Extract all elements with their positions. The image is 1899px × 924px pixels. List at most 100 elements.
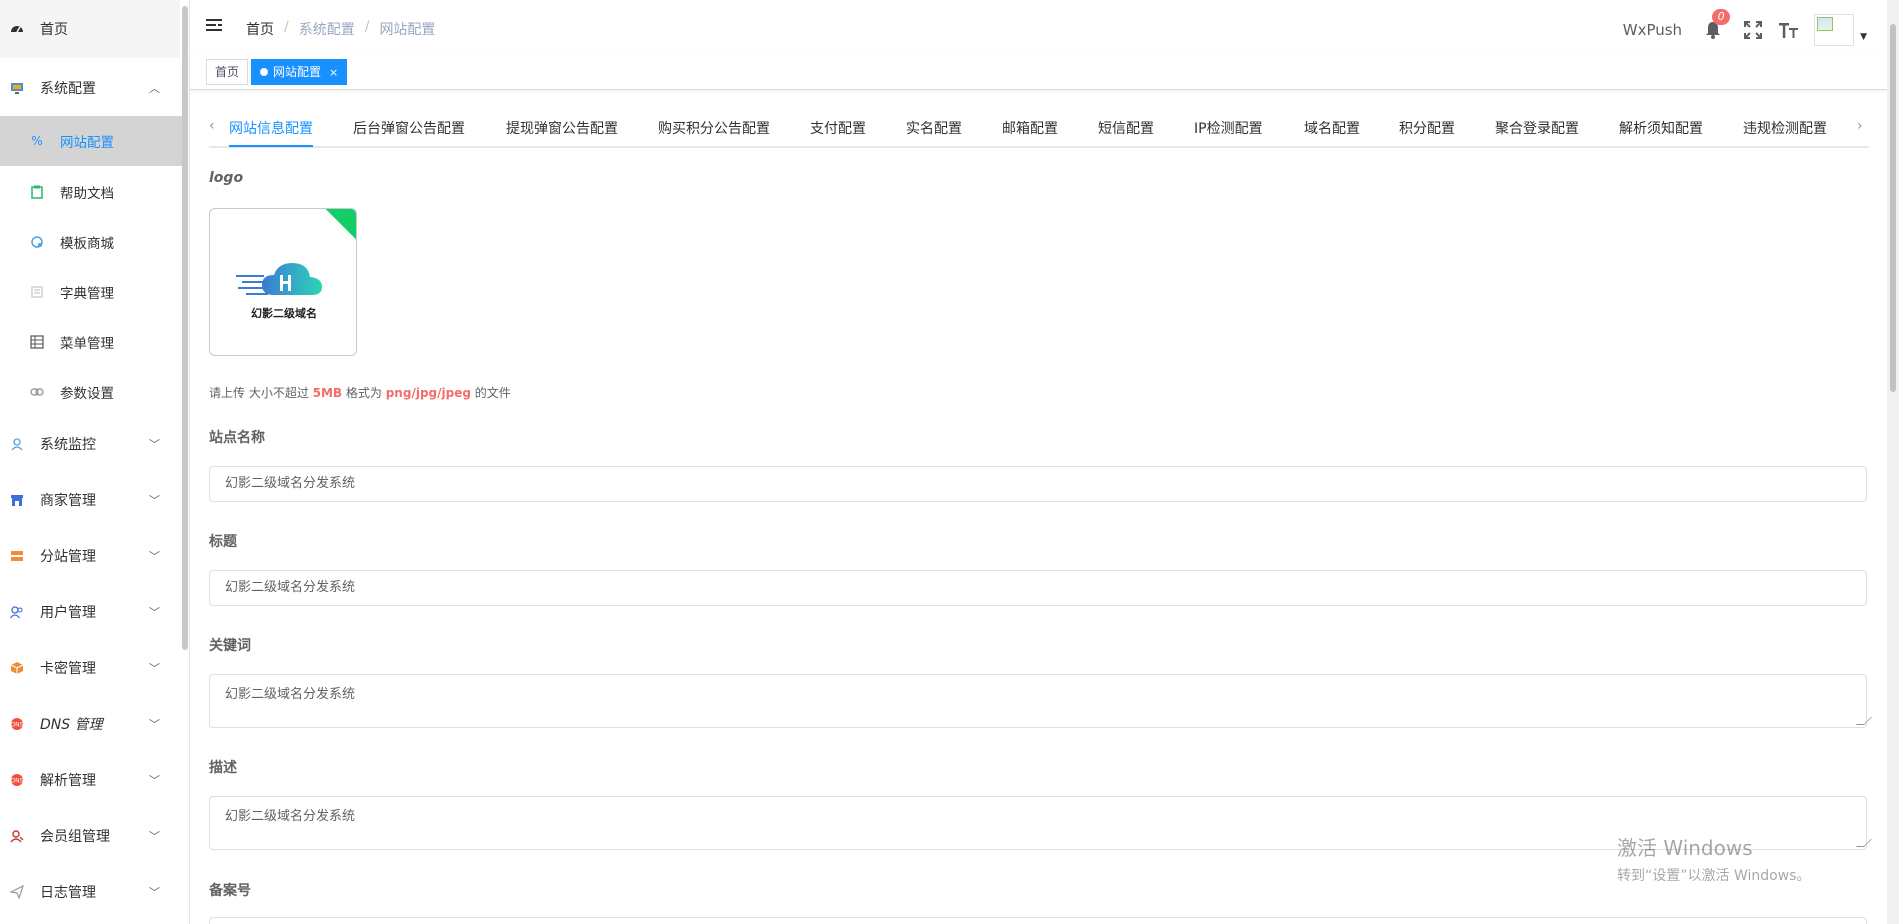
hint-text: 格式为 — [342, 386, 386, 400]
sidebar-item-label: 参数设置 — [60, 386, 114, 402]
sidebar-item-home[interactable]: 首页 — [0, 0, 180, 58]
sidebar-item-label: 菜单管理 — [60, 336, 114, 352]
wxpush-link[interactable]: WxPush — [1623, 21, 1682, 39]
tab-admin-popup-notice[interactable]: 后台弹窗公告配置 — [353, 118, 465, 138]
tab-buy-points-notice[interactable]: 购买积分公告配置 — [658, 118, 770, 138]
dashboard-icon — [9, 21, 25, 37]
sidebar-scrollbar[interactable] — [182, 6, 188, 650]
breadcrumb-separator: / — [284, 19, 289, 35]
sidebar-item-substation[interactable]: 分站管理 ﹀ — [0, 538, 180, 574]
title-label: 标题 — [209, 534, 237, 550]
logo-uploader[interactable]: 幻影二级域名 ✓ — [209, 208, 357, 356]
link-icon — [29, 384, 45, 400]
font-size-icon[interactable] — [1778, 19, 1800, 41]
tab-payment[interactable]: 支付配置 — [810, 118, 866, 138]
sidebar-item-merchant[interactable]: 商家管理 ﹀ — [0, 482, 180, 518]
breadcrumb-item-home[interactable]: 首页 — [246, 19, 274, 39]
icp-label: 备案号 — [209, 883, 251, 899]
tab-resolve-notice[interactable]: 解析须知配置 — [1619, 118, 1703, 138]
navbar: 首页 / 系统配置 / 网站配置 WxPush 0 ▼ — [190, 0, 1887, 56]
title-input[interactable]: 幻影二级域名分发系统 — [209, 570, 1867, 606]
chevron-down-icon: ﹀ — [149, 438, 160, 451]
tab-realname[interactable]: 实名配置 — [906, 118, 962, 138]
sidebar-item-system-config[interactable]: 系统配置 ︿ — [0, 70, 180, 106]
hint-size: 5MB — [312, 386, 343, 400]
sidebar-item-label: 用户管理 — [40, 605, 96, 621]
sidebar-item-label: 分站管理 — [40, 549, 96, 565]
page-scrollbar-thumb[interactable] — [1890, 24, 1896, 392]
header-right-menu: WxPush 0 ▼ — [1623, 9, 1867, 46]
caret-down-icon[interactable]: ▼ — [1860, 32, 1867, 42]
active-dot-icon — [260, 68, 268, 76]
table-icon — [29, 334, 45, 350]
tab-domain[interactable]: 域名配置 — [1304, 118, 1360, 138]
fullscreen-icon[interactable] — [1742, 19, 1764, 41]
avatar[interactable] — [1814, 14, 1855, 46]
tab-violation-check[interactable]: 违规检测配置 — [1743, 118, 1827, 138]
tab-withdraw-popup-notice[interactable]: 提现弹窗公告配置 — [506, 118, 618, 138]
upload-hint: 请上传 大小不超过 5MB 格式为 png/jpg/jpeg 的文件 — [209, 384, 511, 401]
tag-home[interactable]: 首页 — [206, 59, 249, 85]
sidebar-item-help-docs[interactable]: 帮助文档 — [0, 172, 188, 212]
sidebar-item-dictionary[interactable]: 字典管理 — [0, 272, 188, 312]
tabs-next-icon[interactable]: › — [1857, 118, 1863, 134]
sidebar-item-params[interactable]: 参数设置 — [0, 372, 188, 412]
member-icon — [9, 828, 25, 844]
breadcrumb-item-site-config: 网站配置 — [379, 22, 436, 38]
tab-sms[interactable]: 短信配置 — [1098, 118, 1154, 138]
tab-aggregate-login[interactable]: 聚合登录配置 — [1495, 118, 1579, 138]
resize-handle-icon[interactable] — [1856, 717, 1872, 725]
hint-text: 请上传 大小不超过 — [209, 386, 313, 400]
app-main: ‹ 网站信息配置 后台弹窗公告配置 提现弹窗公告配置 购买积分公告配置 支付配置… — [190, 90, 1887, 924]
chevron-down-icon: ﹀ — [149, 718, 160, 731]
tab-ip-check[interactable]: IP检测配置 — [1194, 118, 1263, 138]
sidebar-item-logs[interactable]: 日志管理 ﹀ — [0, 874, 180, 910]
sidebar-item-resolve[interactable]: DNS 解析管理 ﹀ — [0, 762, 180, 798]
chevron-up-icon: ︿ — [149, 82, 160, 95]
description-label: 描述 — [209, 760, 237, 776]
upload-success-badge: ✓ — [324, 209, 356, 241]
users-icon — [9, 604, 25, 620]
sidebar-item-dns[interactable]: DNS DNS 管理 ﹀ — [0, 706, 180, 742]
tab-points[interactable]: 积分配置 — [1399, 118, 1455, 138]
sidebar-item-label: 首页 — [40, 22, 68, 38]
icp-input[interactable] — [209, 917, 1867, 924]
tabs-prev-icon[interactable]: ‹ — [209, 118, 215, 134]
chevron-down-icon: ﹀ — [149, 606, 160, 619]
site-name-input[interactable]: 幻影二级域名分发系统 — [209, 466, 1867, 502]
sidebar-item-system-monitor[interactable]: 系统监控 ﹀ — [0, 426, 180, 462]
sidebar-item-member-group[interactable]: 会员组管理 ﹀ — [0, 818, 180, 854]
svg-text:DNS: DNS — [11, 722, 24, 729]
bell-icon[interactable]: 0 — [1702, 9, 1731, 41]
resize-handle-icon[interactable] — [1856, 839, 1872, 847]
config-tabs: ‹ 网站信息配置 后台弹窗公告配置 提现弹窗公告配置 购买积分公告配置 支付配置… — [209, 112, 1869, 148]
server-icon — [9, 548, 25, 564]
sidebar-item-site-config[interactable]: % 网站配置 — [0, 116, 188, 166]
tab-site-info[interactable]: 网站信息配置 — [229, 118, 313, 138]
tag-site-config[interactable]: 网站配置 × — [251, 59, 348, 85]
log-icon — [9, 884, 25, 900]
page-scrollbar[interactable] — [1887, 0, 1899, 924]
logo-text: 幻影二级域名 — [251, 307, 317, 320]
clipboard-icon — [29, 184, 45, 200]
keywords-textarea[interactable]: 幻影二级域名分发系统 — [209, 674, 1872, 728]
chevron-down-icon: ﹀ — [149, 830, 160, 843]
sidebar-item-label: DNS 管理 — [40, 717, 103, 733]
hamburger-icon[interactable] — [206, 19, 224, 35]
sidebar-item-label: 帮助文档 — [60, 186, 114, 202]
sidebar-item-label: 网站配置 — [60, 135, 114, 151]
chevron-down-icon: ﹀ — [149, 550, 160, 563]
sidebar-item-template-store[interactable]: 模板商城 — [0, 222, 188, 262]
close-icon[interactable]: × — [329, 66, 338, 79]
logo-label: logo — [209, 170, 244, 186]
sidebar: 首页 系统配置 ︿ % 网站配置 帮助文档 模板商城 字典管理 菜单管理 参数设… — [0, 0, 190, 924]
sidebar-item-menu[interactable]: 菜单管理 — [0, 322, 188, 362]
dictionary-icon — [29, 284, 45, 300]
sidebar-item-users[interactable]: 用户管理 ﹀ — [0, 594, 180, 630]
sidebar-item-label: 模板商城 — [60, 236, 114, 252]
tab-email[interactable]: 邮箱配置 — [1002, 118, 1058, 138]
sidebar-item-card-key[interactable]: 卡密管理 ﹀ — [0, 650, 180, 686]
sidebar-item-label: 解析管理 — [40, 773, 96, 789]
watermark-line2: 转到“设置”以激活 Windows。 — [1617, 868, 1811, 884]
sidebar-item-label: 字典管理 — [60, 286, 114, 302]
